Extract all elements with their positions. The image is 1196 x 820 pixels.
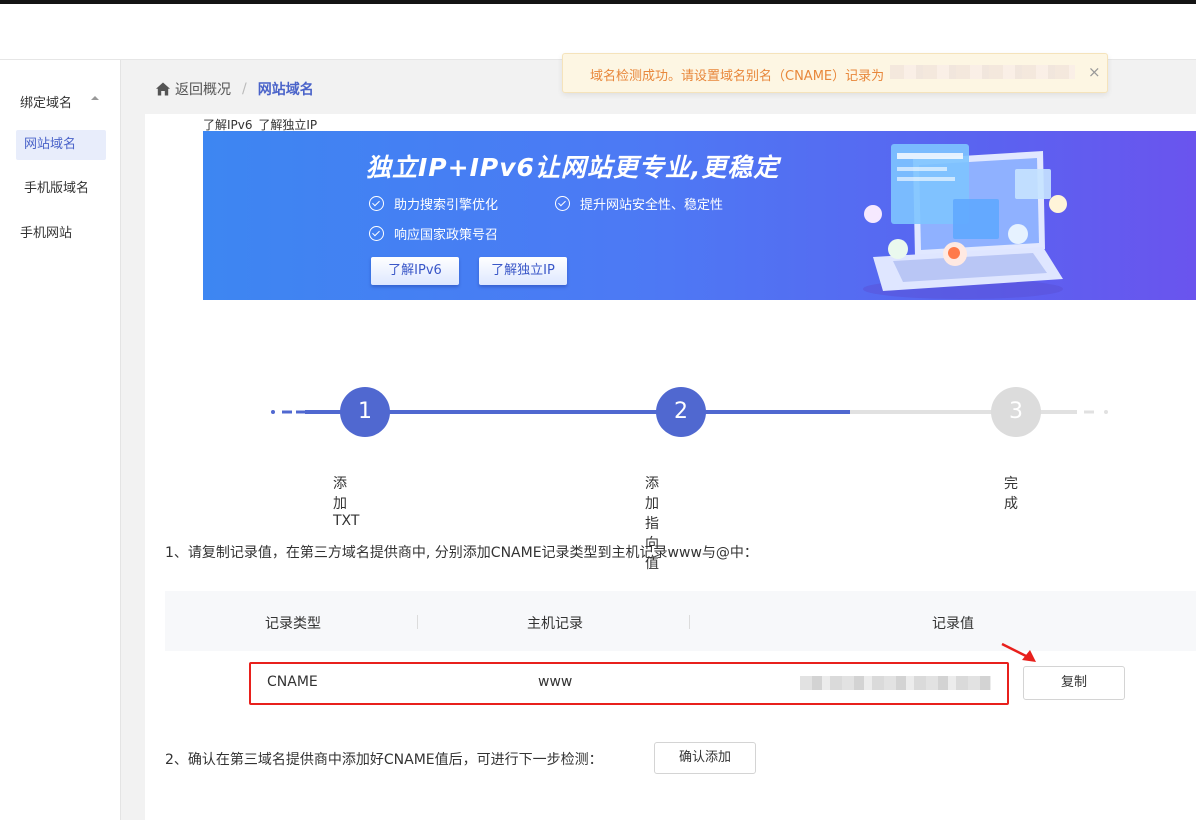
confirm-add-button[interactable]: 确认添加 (654, 742, 756, 774)
step-1-circle: 1 (340, 387, 390, 437)
breadcrumb-separator: / (242, 81, 247, 97)
cell-record-value-redacted (800, 676, 991, 690)
cell-record-type: CNAME (267, 674, 318, 690)
learn-ipv6-button[interactable]: 了解IPv6 (371, 257, 459, 285)
step-2-circle: 2 (656, 387, 706, 437)
cell-host: www (538, 674, 573, 690)
close-icon[interactable]: × (1088, 64, 1101, 80)
laptop-illustration-icon (863, 144, 1067, 299)
step-3-label: 完成 (1004, 476, 1018, 512)
column-header-record-type: 记录类型 (265, 616, 321, 632)
sidebar: 绑定域名 网站域名 手机版域名 手机网站 (0, 60, 121, 820)
banner-feature: 响应国家政策号召 (369, 224, 498, 243)
annotation-arrow-icon (1001, 642, 1036, 662)
step-3-circle: 3 (991, 387, 1041, 437)
banner-feature-text: 助力搜索引擎优化 (394, 198, 499, 213)
app-header (0, 4, 1196, 60)
step-line-dots-right (1084, 410, 1108, 414)
sidebar-item-website-domain[interactable]: 网站域名 (16, 130, 106, 160)
caret-up-icon[interactable] (91, 96, 99, 100)
breadcrumb-current: 网站域名 (257, 82, 314, 98)
column-header-host: 主机记录 (527, 616, 583, 632)
step-1-label: 添加TXT (333, 476, 360, 529)
learn-ipv6-link[interactable]: 了解IPv6 (203, 118, 253, 132)
column-divider (417, 615, 418, 629)
breadcrumb-back-link[interactable]: 返回概况 (175, 79, 231, 99)
banner-feature: 提升网站安全性、稳定性 (555, 194, 723, 213)
column-header-value: 记录值 (932, 616, 974, 632)
toast-value-redacted (890, 65, 1075, 79)
banner-feature-text: 响应国家政策号召 (394, 228, 499, 243)
instruction-text: 1、请复制记录值，在第三方域名提供商中, 分别添加CNAME记录类型到主机记录w… (165, 545, 758, 561)
learn-dedicated-ip-link[interactable]: 了解独立IP (258, 118, 317, 132)
check-circle-icon (555, 196, 570, 211)
step-line-dots-left (271, 410, 306, 414)
learn-dedicated-ip-button[interactable]: 了解独立IP (479, 257, 567, 285)
home-icon[interactable] (155, 81, 171, 97)
sidebar-group-label[interactable]: 绑定域名 (20, 92, 72, 111)
banner-title: 独立IP+IPv6让网站更专业,更稳定 (366, 153, 780, 182)
check-circle-icon (369, 226, 384, 241)
promo-banner[interactable]: 独立IP+IPv6让网站更专业,更稳定 助力搜索引擎优化 提升网站安全性、稳定性… (203, 131, 1196, 300)
column-divider (689, 615, 690, 629)
copy-button[interactable]: 复制 (1023, 666, 1125, 700)
step-line-pending (850, 410, 1077, 414)
banner-feature-text: 提升网站安全性、稳定性 (580, 198, 724, 213)
breadcrumb: 返回概况 / 网站域名 (155, 79, 314, 99)
sidebar-item-mobile-domain[interactable]: 手机版域名 (16, 174, 106, 204)
toast-message: 域名检测成功。请设置域名别名（CNAME）记录为 (590, 69, 885, 84)
banner-feature: 助力搜索引擎优化 (369, 194, 498, 213)
sidebar-item-mobile-site[interactable]: 手机网站 (12, 219, 102, 249)
confirm-instruction: 2、确认在第三域名提供商中添加好CNAME值后，可进行下一步检测： (165, 752, 603, 768)
check-circle-icon (369, 196, 384, 211)
